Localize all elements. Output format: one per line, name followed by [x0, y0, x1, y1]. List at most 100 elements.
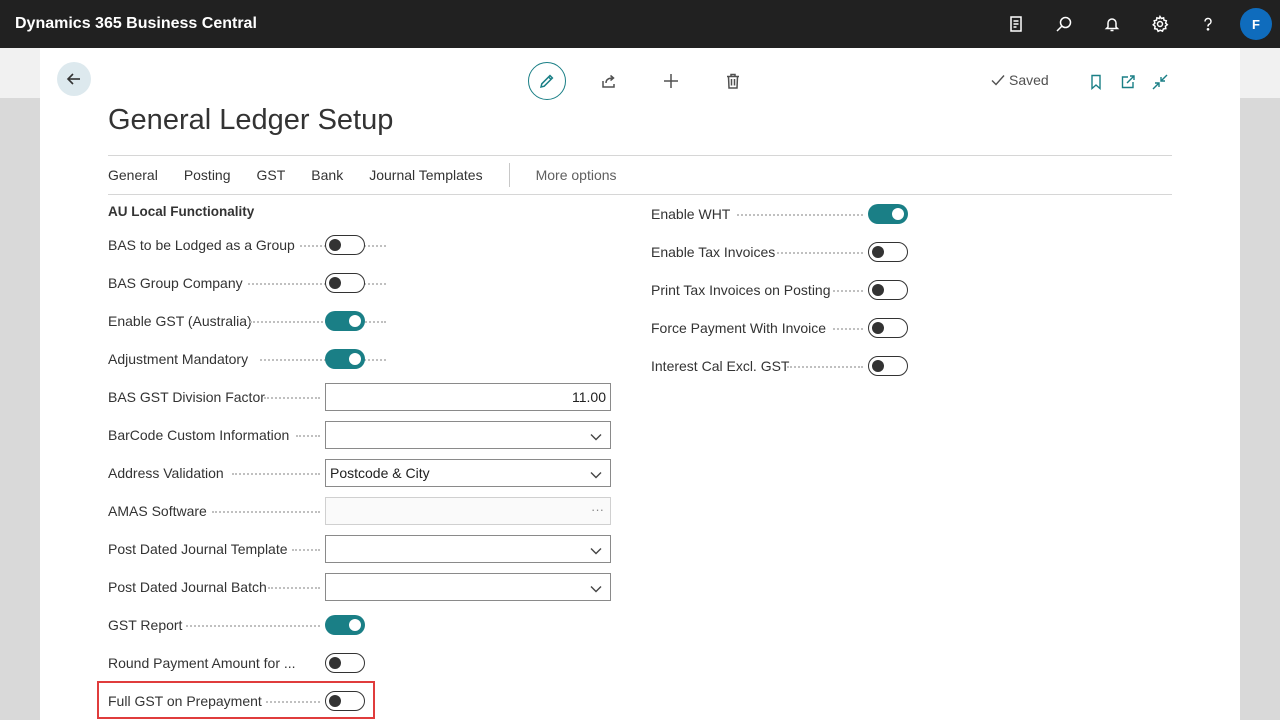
collapse-button[interactable]	[1144, 70, 1176, 94]
open-new-window-button[interactable]	[1112, 70, 1144, 94]
tab-posting[interactable]: Posting	[184, 167, 231, 183]
help-icon[interactable]	[1184, 0, 1232, 48]
dot-leader	[296, 435, 320, 437]
division-factor-input[interactable]: 11.00	[325, 383, 611, 411]
field-bas-group-company: BAS Group Company	[108, 269, 608, 297]
toggle-switch[interactable]	[868, 204, 908, 224]
field-label: AMAS Software	[108, 503, 207, 519]
field-force-payment-with-invoice: Force Payment With Invoice	[651, 314, 911, 342]
chevron-down-icon	[590, 430, 602, 442]
field-label: BAS to be Lodged as a Group	[108, 237, 295, 253]
toggle-switch[interactable]	[325, 311, 365, 331]
search-icon[interactable]	[1040, 0, 1088, 48]
tab-bank[interactable]: Bank	[311, 167, 343, 183]
dot-leader	[248, 283, 386, 285]
tab-general[interactable]: General	[108, 167, 158, 183]
field-address-validation: Address Validation Postcode & City	[108, 459, 618, 487]
collapse-icon	[1152, 74, 1168, 90]
field-label: Adjustment Mandatory	[108, 351, 249, 367]
toggle-knob	[329, 656, 341, 669]
page-card: Saved General Ledger Setup General Posti…	[40, 48, 1240, 720]
field-print-tax-invoices-on-posting: Print Tax Invoices on Posting	[651, 276, 911, 304]
field-round-payment-amount: Round Payment Amount for ...	[108, 649, 608, 677]
report-icon[interactable]	[992, 0, 1040, 48]
chevron-down-icon	[590, 582, 602, 594]
bell-icon[interactable]	[1088, 0, 1136, 48]
tab-gst[interactable]: GST	[257, 167, 286, 183]
field-post-dated-journal-batch: Post Dated Journal Batch	[108, 573, 618, 601]
chevron-down-icon	[590, 468, 602, 480]
toggle-switch[interactable]	[325, 349, 365, 369]
saved-label: Saved	[1009, 72, 1049, 88]
field-label: Force Payment With Invoice	[651, 320, 827, 336]
dot-leader	[260, 359, 386, 361]
field-barcode-custom-information: BarCode Custom Information	[108, 421, 618, 449]
dot-leader	[232, 473, 320, 475]
barcode-custom-information-select[interactable]	[325, 421, 611, 449]
dot-leader	[186, 625, 320, 627]
toggle-switch[interactable]	[868, 318, 908, 338]
user-avatar[interactable]: F	[1240, 8, 1272, 40]
field-gst-report: GST Report	[108, 611, 608, 639]
toggle-knob	[349, 315, 361, 327]
dot-leader	[787, 366, 863, 368]
section-title: AU Local Functionality	[108, 204, 255, 219]
app-bar: Dynamics 365 Business Central F	[0, 0, 1280, 48]
dot-leader	[833, 290, 863, 292]
field-label: Print Tax Invoices on Posting	[651, 282, 831, 298]
toggle-switch[interactable]	[325, 273, 365, 293]
field-label: Post Dated Journal Batch	[108, 579, 267, 595]
dot-leader	[833, 328, 863, 330]
arrow-left-icon	[66, 73, 80, 85]
saved-status: Saved	[990, 72, 1049, 88]
toggle-switch[interactable]	[325, 235, 365, 255]
trash-icon	[727, 73, 739, 89]
address-validation-select[interactable]: Postcode & City	[325, 459, 611, 487]
toggle-switch[interactable]	[868, 242, 908, 262]
pencil-icon	[539, 74, 554, 89]
amas-software-lookup[interactable]: ···	[325, 497, 611, 525]
tab-more-options[interactable]: More options	[536, 167, 617, 183]
toggle-knob	[329, 276, 341, 289]
dot-leader	[264, 397, 320, 399]
gear-icon[interactable]	[1136, 0, 1184, 48]
toggle-knob	[872, 283, 884, 296]
field-enable-tax-invoices: Enable Tax Invoices	[651, 238, 911, 266]
field-label: Interest Cal Excl. GST	[651, 358, 790, 374]
toggle-knob	[349, 353, 361, 365]
checkmark-icon	[991, 75, 1005, 86]
delete-button[interactable]	[714, 62, 752, 100]
back-button[interactable]	[57, 62, 91, 96]
toggle-switch[interactable]	[868, 280, 908, 300]
post-dated-journal-template-select[interactable]	[325, 535, 611, 563]
dot-leader	[212, 511, 320, 513]
new-button[interactable]	[652, 62, 690, 100]
action-toolbar	[528, 62, 776, 100]
app-title[interactable]: Dynamics 365 Business Central	[15, 15, 257, 33]
toggle-switch[interactable]	[325, 653, 365, 673]
dot-leader	[737, 214, 863, 216]
tab-journal-templates[interactable]: Journal Templates	[369, 167, 482, 183]
ellipsis-icon[interactable]: ···	[591, 502, 604, 517]
select-value: Postcode & City	[330, 465, 430, 481]
toggle-switch[interactable]	[868, 356, 908, 376]
tab-divider	[508, 163, 510, 187]
app-bar-icons: F	[992, 0, 1280, 48]
field-label: Address Validation	[108, 465, 224, 481]
page-title: General Ledger Setup	[108, 104, 394, 136]
post-dated-journal-batch-select[interactable]	[325, 573, 611, 601]
field-label: Post Dated Journal Template	[108, 541, 288, 557]
toggle-knob	[892, 208, 904, 220]
field-bas-gst-division-factor: BAS GST Division Factor 11.00	[108, 383, 618, 411]
edit-button[interactable]	[528, 62, 566, 100]
share-icon	[602, 74, 615, 88]
bookmark-button[interactable]	[1080, 70, 1112, 94]
field-amas-software: AMAS Software ···	[108, 497, 618, 525]
field-label: BAS GST Division Factor	[108, 389, 265, 405]
field-bas-lodged-as-group: BAS to be Lodged as a Group	[108, 231, 608, 259]
toggle-switch[interactable]	[325, 615, 365, 635]
field-label: Enable GST (Australia)	[108, 313, 252, 329]
toggle-knob	[872, 245, 884, 258]
share-button[interactable]	[590, 62, 628, 100]
field-enable-gst-australia: Enable GST (Australia)	[108, 307, 608, 335]
